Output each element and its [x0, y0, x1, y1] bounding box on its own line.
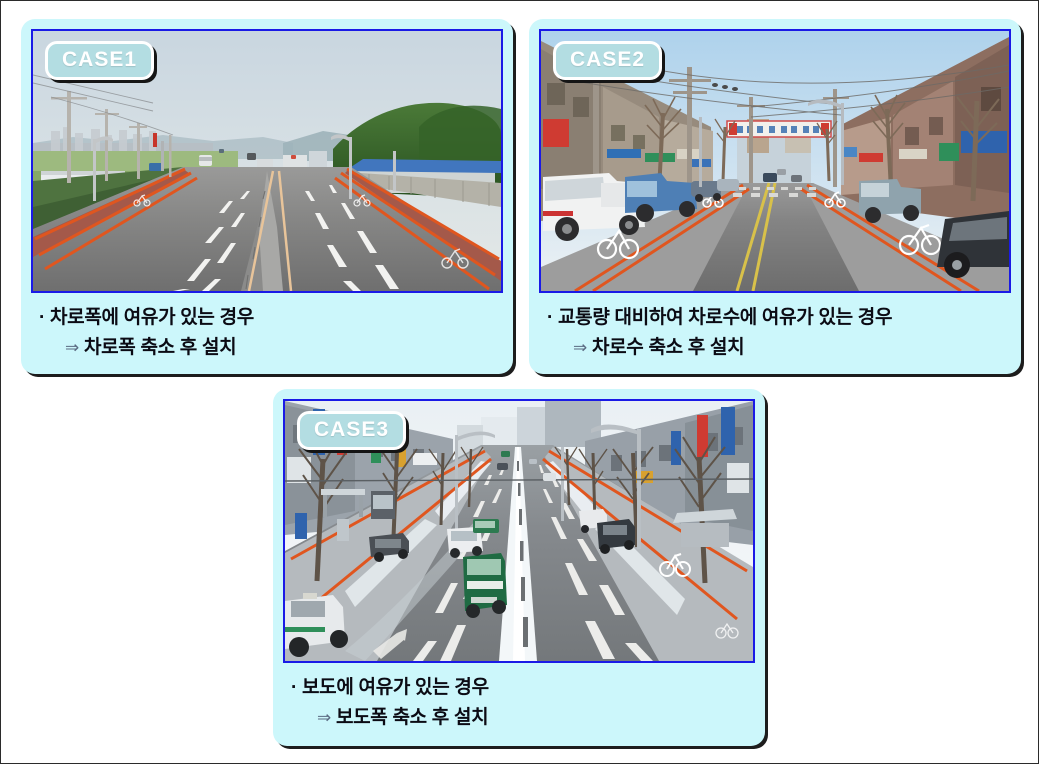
- case3-caption-line2: 보도폭 축소 후 설치: [335, 706, 489, 728]
- case3-caption-line1: · 보도에 여유가 있는 경우: [291, 677, 489, 698]
- case2-caption: · 교통량 대비하여 차로수에 여유가 있는 경우 ⇒ 차로수 축소 후 설치: [539, 293, 1011, 362]
- case1-arrow-icon: ⇒: [65, 337, 79, 357]
- case-card-case3: CASE3 · 보도에 여유가 있는 경우 ⇒ 보도폭 축소 후 설치: [273, 389, 765, 746]
- case3-badge: CASE3: [297, 411, 407, 450]
- case1-caption: · 차로폭에 여유가 있는 경우 ⇒ 차로폭 축소 후 설치: [31, 293, 503, 362]
- case3-caption: · 보도에 여유가 있는 경우 ⇒ 보도폭 축소 후 설치: [283, 663, 755, 732]
- case-card-case1: CASE1 · 차로폭에 여유가 있는 경우 ⇒ 차로폭 축소 후 설치: [21, 19, 513, 374]
- case3-arrow-icon: ⇒: [317, 707, 331, 727]
- case1-caption-line2-row: ⇒ 차로폭 축소 후 설치: [39, 335, 499, 362]
- case2-caption-line2: 차로수 축소 후 설치: [591, 336, 745, 358]
- case2-arrow-icon: ⇒: [573, 337, 587, 357]
- case1-badge: CASE1: [45, 41, 155, 80]
- case2-photo: CASE2: [539, 29, 1011, 293]
- case3-caption-line2-row: ⇒ 보도폭 축소 후 설치: [291, 705, 751, 732]
- case1-photo: CASE1: [31, 29, 503, 293]
- case3-photo: CASE3: [283, 399, 755, 663]
- case1-caption-line2: 차로폭 축소 후 설치: [83, 336, 237, 358]
- case1-caption-line1: · 차로폭에 여유가 있는 경우: [39, 307, 254, 328]
- case-card-case2: CASE2 · 교통량 대비하여 차로수에 여유가 있는 경우 ⇒ 차로수 축소…: [529, 19, 1021, 374]
- case2-caption-line2-row: ⇒ 차로수 축소 후 설치: [547, 335, 1007, 362]
- slide-canvas: CASE1 · 차로폭에 여유가 있는 경우 ⇒ 차로폭 축소 후 설치 CAS…: [0, 0, 1039, 764]
- case2-badge: CASE2: [553, 41, 663, 80]
- case2-caption-line1: · 교통량 대비하여 차로수에 여유가 있는 경우: [547, 307, 893, 328]
